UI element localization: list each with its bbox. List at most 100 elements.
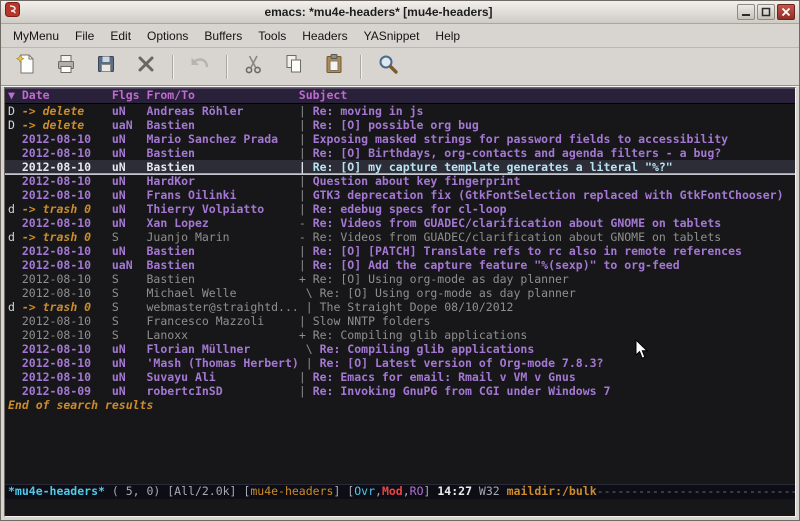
date-cell: 2012-08-10	[22, 174, 112, 188]
search-button[interactable]	[371, 52, 405, 82]
flags-cell: uN	[112, 202, 147, 216]
modeline-segment: W32	[472, 484, 507, 498]
mark-char	[8, 328, 22, 342]
thread-prefix: +	[299, 272, 313, 286]
menu-options[interactable]: Options	[139, 25, 196, 47]
paste-icon	[322, 52, 346, 81]
message-row[interactable]: D -> delete uN Andreas Röhler | Re: movi…	[5, 104, 795, 118]
minimize-button[interactable]	[737, 4, 755, 20]
paste-button[interactable]	[317, 52, 351, 82]
message-row[interactable]: d -> trash 0 uN Thierry Volpiatto | Re: …	[5, 202, 795, 216]
flags-cell: uN	[112, 174, 147, 188]
emacs-frame: ▼ Date Flgs From/To Subject D -> delete …	[1, 86, 799, 520]
message-row[interactable]: 2012-08-10 uN Xan Lopez - Re: Videos fro…	[5, 216, 795, 230]
undo-button[interactable]	[183, 52, 217, 82]
subject-cell: Re: [O] Birthdays, org-contacts and agen…	[313, 146, 722, 160]
modeline-segment: Mod	[382, 484, 403, 498]
message-row[interactable]: 2012-08-10 uN Mario Sanchez Prada | Expo…	[5, 132, 795, 146]
message-row[interactable]: 2012-08-10 uN Suvayu Ali | Re: Emacs for…	[5, 370, 795, 384]
message-list: D -> delete uN Andreas Röhler | Re: movi…	[5, 104, 795, 398]
subject-cell: Re: Videos from GUADEC/clarification abo…	[313, 216, 722, 230]
thread-prefix: \	[299, 286, 320, 300]
cut-button[interactable]	[237, 52, 271, 82]
flags-cell: S	[112, 286, 147, 300]
modeline-segment: *mu4e-headers*	[8, 484, 105, 498]
close-buffer-button[interactable]	[129, 52, 163, 82]
message-row[interactable]: d -> trash 0 S Juanjo Marin - Re: Videos…	[5, 230, 795, 244]
date-cell: 2012-08-10	[22, 342, 112, 356]
message-row[interactable]: 2012-08-10 uaN Bastien | Re: [O] Add the…	[5, 258, 795, 272]
mark-char	[8, 272, 22, 286]
mark-char	[8, 342, 22, 356]
message-row[interactable]: 2012-08-10 uN Bastien | Re: [O] [PATCH] …	[5, 244, 795, 258]
from-cell: Juanjo Marin	[147, 230, 299, 244]
menu-yasnippet[interactable]: YASnippet	[356, 25, 428, 47]
flags-cell: S	[112, 230, 147, 244]
menu-headers[interactable]: Headers	[294, 25, 355, 47]
close-button[interactable]	[777, 4, 795, 20]
header-line[interactable]: ▼ Date Flgs From/To Subject	[5, 88, 795, 104]
maximize-button[interactable]	[757, 4, 775, 20]
window-title: emacs: *mu4e-headers* [mu4e-headers]	[24, 5, 733, 19]
thread-prefix: |	[299, 118, 313, 132]
menu-edit[interactable]: Edit	[102, 25, 139, 47]
echo-area[interactable]	[5, 499, 795, 516]
message-row[interactable]: 2012-08-10 S Bastien + Re: [O] Using org…	[5, 272, 795, 286]
menu-tools[interactable]: Tools	[250, 25, 294, 47]
message-row[interactable]: 2012-08-09 uN robertcInSD | Re: Invoking…	[5, 384, 795, 398]
thread-prefix: |	[299, 384, 313, 398]
message-row[interactable]: D -> delete uaN Bastien | Re: [O] possib…	[5, 118, 795, 132]
mode-line[interactable]: *mu4e-headers* ( 5, 0) [All/2.0k] [mu4e-…	[5, 484, 795, 499]
message-row[interactable]: 2012-08-10 S Francesco Mazzoli | Slow NN…	[5, 314, 795, 328]
emacs-window: emacs: *mu4e-headers* [mu4e-headers] MyM…	[0, 0, 800, 521]
message-row[interactable]: 2012-08-10 uN HardKor | Question about k…	[5, 174, 795, 188]
copy-button[interactable]	[277, 52, 311, 82]
from-cell: Bastien	[147, 160, 299, 174]
subject-cell: Slow NNTP folders	[313, 314, 431, 328]
from-cell: robertcInSD	[147, 384, 299, 398]
message-row-current[interactable]: 2012-08-10 uN Bastien | Re: [O] my captu…	[5, 160, 795, 174]
from-cell: Suvayu Ali	[147, 370, 299, 384]
mark-char	[8, 132, 22, 146]
thread-prefix: |	[306, 300, 320, 314]
message-row[interactable]: 2012-08-10 S Michael Welle \ Re: [O] Usi…	[5, 286, 795, 300]
title-bar[interactable]: emacs: *mu4e-headers* [mu4e-headers]	[1, 1, 799, 24]
subject-cell: Re: edebug specs for cl-loop	[313, 202, 507, 216]
from-cell: Lanoxx	[147, 328, 299, 342]
date-cell: 2012-08-10	[22, 160, 112, 174]
flags-cell: uN	[112, 146, 147, 160]
subject-cell: Re: [O] possible org bug	[313, 118, 479, 132]
message-row[interactable]: 2012-08-10 uN Frans Oilinki | GTK3 depre…	[5, 188, 795, 202]
mark-char	[8, 258, 22, 272]
new-file-button[interactable]	[9, 52, 43, 82]
mark-char	[8, 286, 22, 300]
mu4e-headers-buffer: ▼ Date Flgs From/To Subject D -> delete …	[4, 87, 796, 517]
from-cell: Michael Welle	[147, 286, 299, 300]
mark-char	[8, 370, 22, 384]
thread-prefix: |	[299, 244, 313, 258]
new-file-icon	[14, 52, 38, 81]
flags-cell: uaN	[112, 118, 147, 132]
menu-help[interactable]: Help	[427, 25, 468, 47]
modeline-segment: ,	[403, 484, 410, 498]
message-row[interactable]: d -> trash 0 S webmaster@straightd... | …	[5, 300, 795, 314]
subject-cell: Re: [O] Add the capture feature "%(sexp)…	[313, 258, 680, 272]
flags-cell: S	[112, 272, 147, 286]
save-button[interactable]	[89, 52, 123, 82]
from-cell: Florian Müllner	[147, 342, 299, 356]
mark-target: -> delete	[22, 104, 112, 118]
menu-file[interactable]: File	[67, 25, 102, 47]
message-row[interactable]: 2012-08-10 uN 'Mash (Thomas Herbert) | R…	[5, 356, 795, 370]
message-row[interactable]: 2012-08-10 S Lanoxx + Re: Compiling glib…	[5, 328, 795, 342]
subject-cell: Re: Invoking GnuPG from CGI under Window…	[313, 384, 611, 398]
from-cell: HardKor	[147, 174, 299, 188]
print-button[interactable]	[49, 52, 83, 82]
from-cell: Bastien	[147, 118, 299, 132]
subject-cell: Re: Emacs for email: Rmail v VM v Gnus	[313, 370, 576, 384]
message-row[interactable]: 2012-08-10 uN Bastien | Re: [O] Birthday…	[5, 146, 795, 160]
subject-cell: Re: [O] Latest version of Org-mode 7.8.3…	[320, 356, 604, 370]
modeline-segment: ( 5, 0) [All/2.0k] [	[105, 484, 250, 498]
message-row[interactable]: 2012-08-10 uN Florian Müllner \ Re: Comp…	[5, 342, 795, 356]
menu-buffers[interactable]: Buffers	[196, 25, 250, 47]
menu-mymenu[interactable]: MyMenu	[5, 25, 67, 47]
